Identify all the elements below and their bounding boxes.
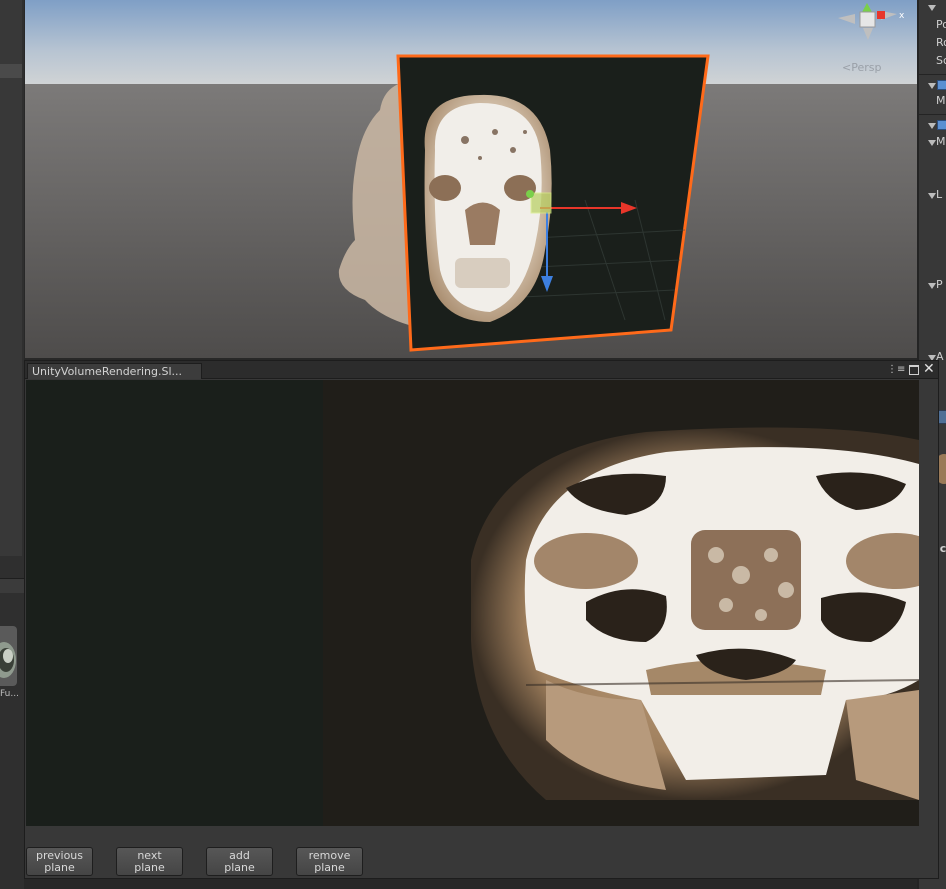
slice-rendering-window: UnityVolumeRendering.Sl... ⋮≡ ✕ previous… — [24, 360, 939, 879]
materials-label: M — [936, 135, 946, 148]
scene-view[interactable]: x — [25, 0, 917, 358]
asset-thumbnail[interactable] — [0, 626, 17, 686]
hierarchy-panel[interactable] — [0, 0, 22, 556]
gizmo-x-label: x — [899, 11, 905, 21]
mesh-renderer-icon — [937, 120, 946, 130]
asset-label: Fu... — [0, 689, 19, 699]
mesh-label: Me — [936, 94, 946, 107]
lighting-label: L — [936, 188, 943, 201]
scene-viewport[interactable]: x — [25, 0, 917, 358]
hierarchy-selected-row[interactable] — [0, 64, 22, 78]
foldout-arrow-icon[interactable] — [928, 5, 936, 11]
plane-handle — [530, 192, 552, 214]
previous-plane-button[interactable]: previous plane — [26, 847, 93, 876]
tab-menu-icon[interactable]: ⋮≡ — [887, 364, 905, 375]
window-tab-bar: UnityVolumeRendering.Sl... ⋮≡ ✕ — [25, 361, 938, 379]
slice-image-canvas[interactable] — [26, 380, 919, 826]
add-plane-button[interactable]: add plane — [206, 847, 273, 876]
rotation-label: Ro — [936, 36, 946, 49]
scale-label: Sc — [936, 54, 946, 67]
foldout-arrow-icon[interactable] — [928, 83, 936, 89]
mesh-filter-icon — [937, 80, 946, 90]
project-panel-header — [0, 578, 24, 593]
persp-label[interactable]: <Persp — [842, 61, 881, 74]
window-tab[interactable]: UnityVolumeRendering.Sl... — [27, 363, 202, 379]
foldout-arrow-icon[interactable] — [928, 140, 936, 146]
close-icon[interactable]: ✕ — [923, 361, 935, 378]
position-label: Po — [936, 18, 946, 31]
maximize-icon[interactable] — [909, 365, 919, 375]
foldout-arrow-icon[interactable] — [928, 193, 936, 199]
next-plane-button[interactable]: next plane — [116, 847, 183, 876]
probes-label: P — [936, 278, 943, 291]
foldout-arrow-icon[interactable] — [928, 283, 936, 289]
remove-plane-button[interactable]: remove plane — [296, 847, 363, 876]
foldout-arrow-icon[interactable] — [928, 123, 936, 129]
